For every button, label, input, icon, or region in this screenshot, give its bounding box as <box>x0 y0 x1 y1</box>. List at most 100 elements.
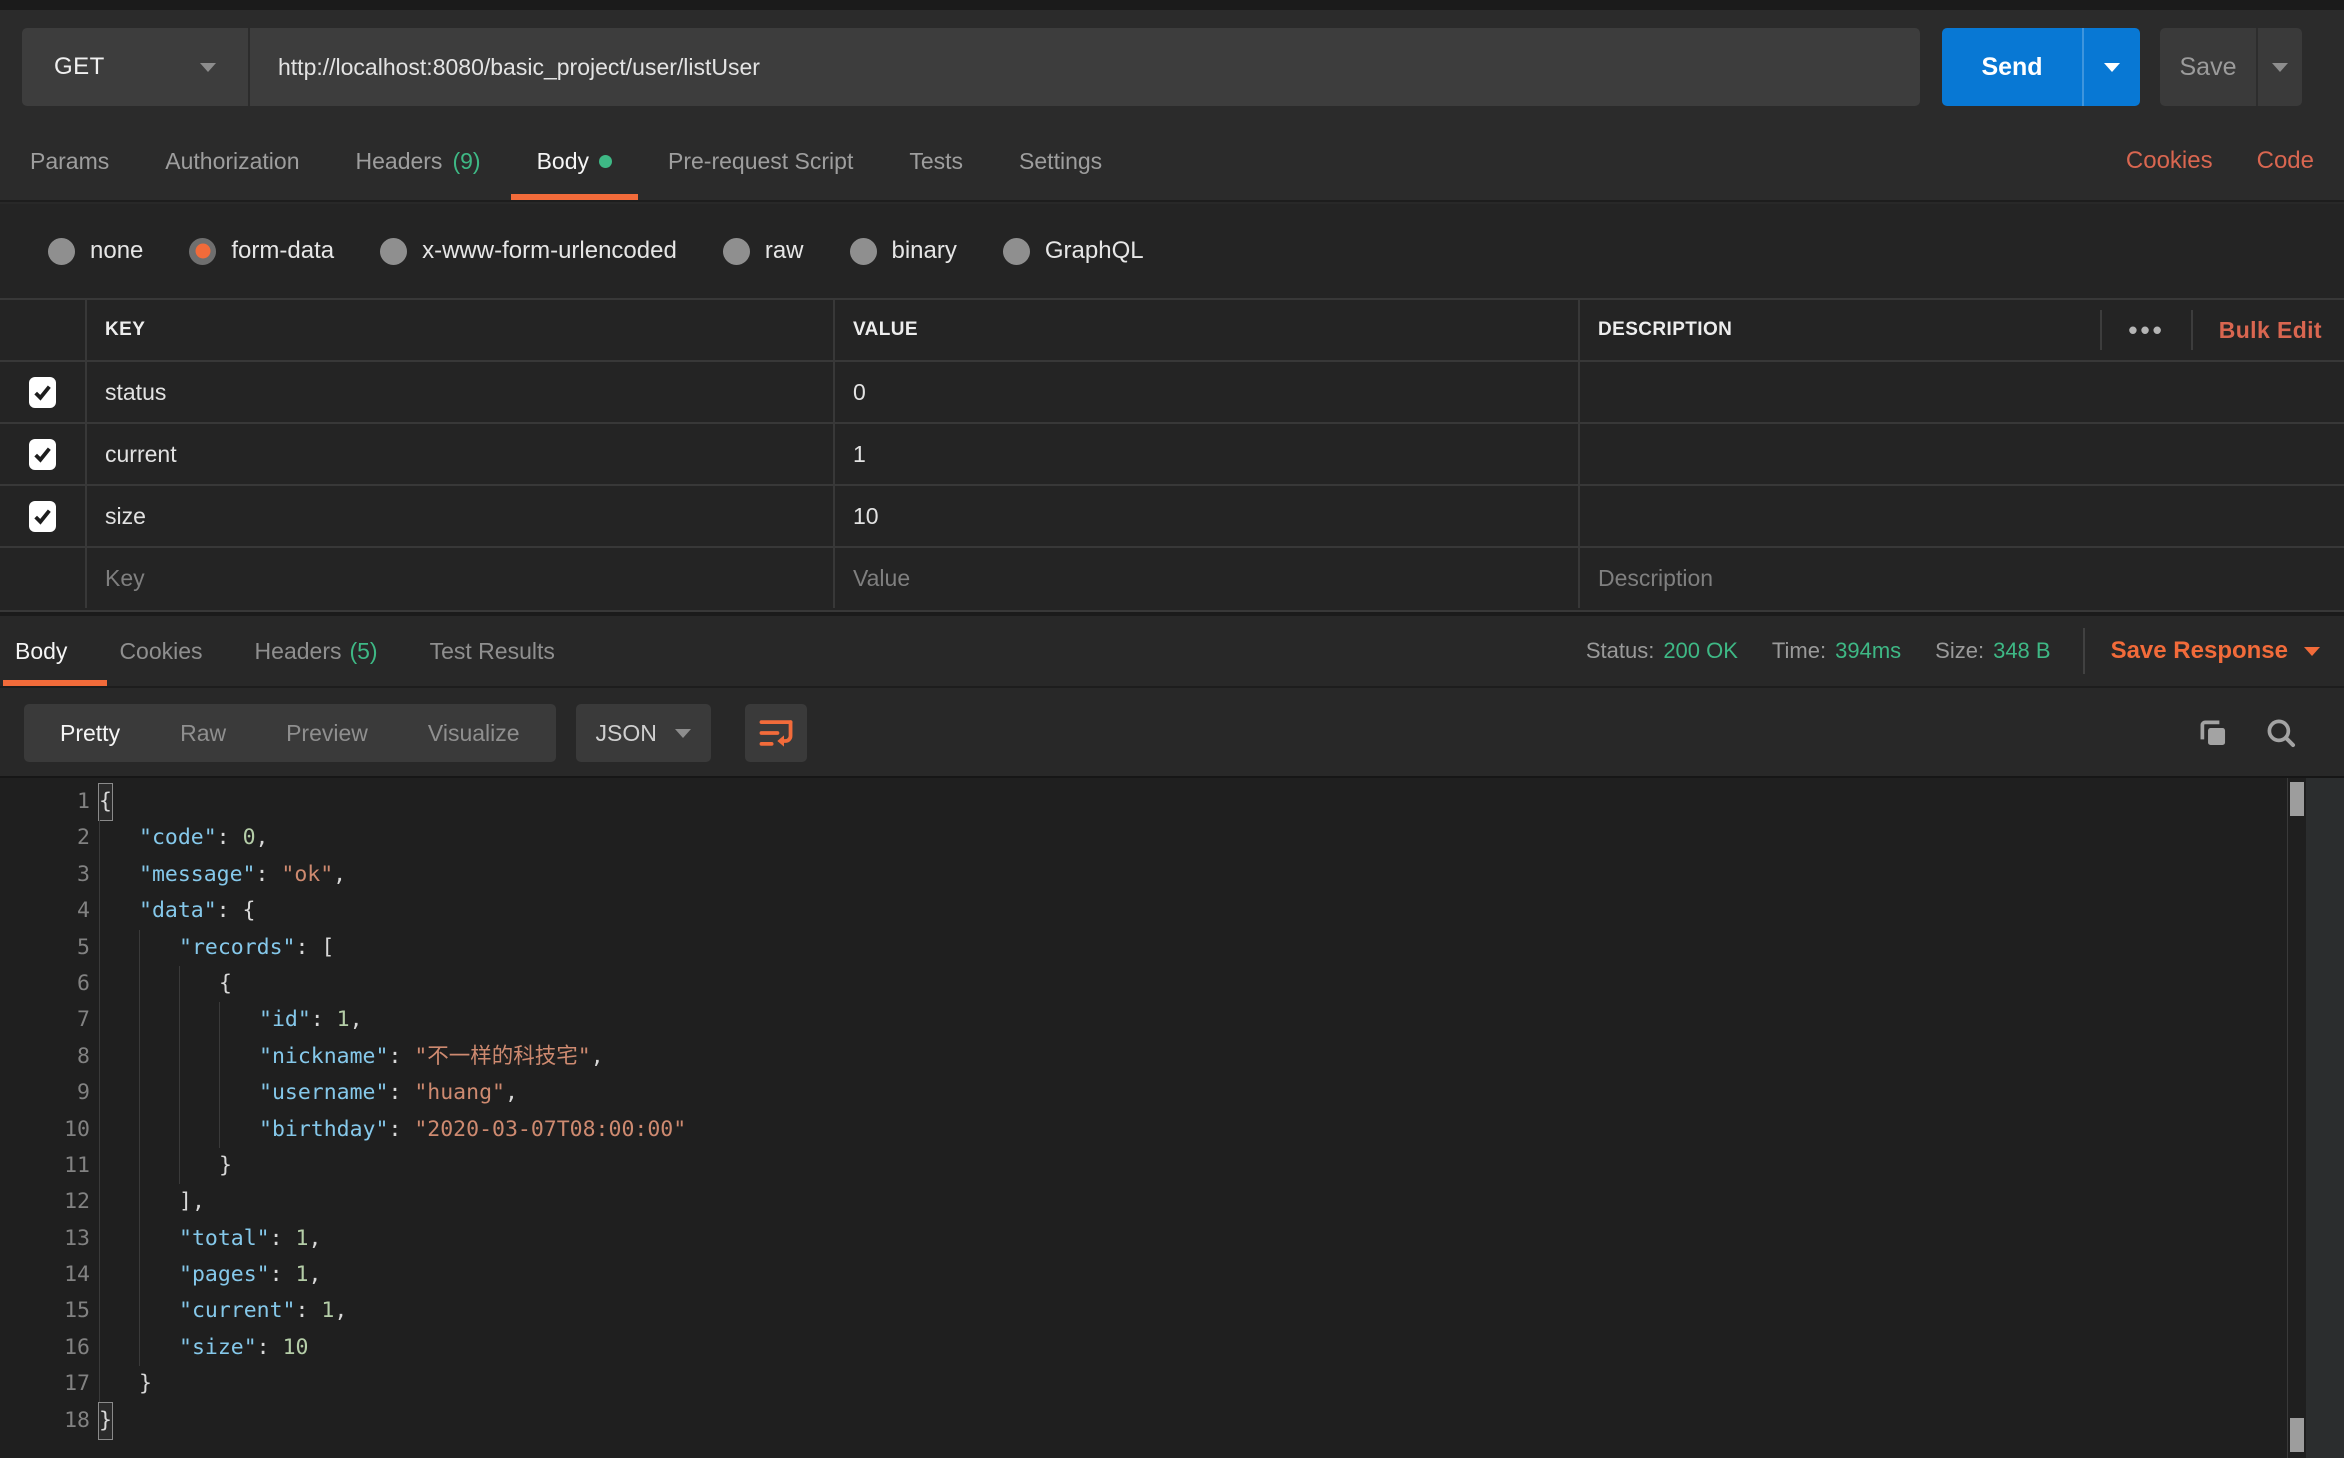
mode-label: raw <box>764 237 804 264</box>
mode-raw[interactable]: raw <box>722 237 804 265</box>
line-number: 17 <box>64 1371 90 1397</box>
format-select[interactable]: JSON <box>575 704 711 762</box>
description-cell[interactable] <box>1578 360 2344 422</box>
mode-none[interactable]: none <box>48 237 143 265</box>
description-cell-empty[interactable]: Description <box>1578 546 2344 608</box>
send-button[interactable]: Send <box>1942 28 2140 106</box>
tab-label: Headers <box>355 147 443 174</box>
value-cell[interactable]: 1 <box>833 422 1578 484</box>
indent-guide <box>219 1038 259 1076</box>
key-cell[interactable]: status <box>85 360 833 422</box>
mode-form-data[interactable]: form-data <box>189 237 334 265</box>
tab-params[interactable]: Params <box>30 122 109 200</box>
indent-guide <box>139 929 179 966</box>
key-cell[interactable]: size <box>85 484 833 546</box>
code-token: : <box>255 861 282 887</box>
code-line-content: "size": 10 <box>99 1329 308 1367</box>
radio-unselected-icon <box>1002 237 1030 265</box>
response-tab-body[interactable]: Body <box>2 616 109 686</box>
scrollbar-track[interactable] <box>2287 778 2304 1458</box>
code-line: 1{ <box>0 782 2344 822</box>
view-tab-raw[interactable]: Raw <box>150 720 256 747</box>
code-token: , <box>308 1225 322 1251</box>
value-cell-empty[interactable]: Value <box>833 546 1578 608</box>
code-token: , <box>308 1262 322 1288</box>
url-input[interactable]: http://localhost:8080/basic_project/user… <box>250 28 1920 106</box>
method-select[interactable]: GET <box>22 28 250 106</box>
bulk-edit-link[interactable]: Bulk Edit <box>2193 317 2322 344</box>
response-tab-headers[interactable]: Headers (5) <box>255 616 378 686</box>
line-number: 3 <box>77 861 90 887</box>
code-lines: 1{2 "code": 0, 3 "message": "ok", 4 "data": {… <box>0 782 2344 1441</box>
code-token: ], <box>179 1189 205 1215</box>
code-token: "nickname" <box>259 1043 389 1069</box>
wrap-text-button[interactable] <box>744 704 807 762</box>
code-token: "birthday" <box>259 1116 389 1142</box>
tab-pre-request-script[interactable]: Pre-request Script <box>668 122 853 200</box>
description-cell[interactable] <box>1578 484 2344 546</box>
save-options-button[interactable] <box>2256 28 2302 106</box>
form-data-table: KEY VALUE DESCRIPTION ••• Bulk Edit status 0 cu… <box>0 298 2344 612</box>
line-number: 2 <box>77 825 90 851</box>
value-cell[interactable]: 10 <box>833 484 1578 546</box>
row-checkbox-cell <box>0 546 85 608</box>
scrollbar-thumb[interactable] <box>2290 1418 2304 1452</box>
code-token: "size" <box>179 1334 257 1360</box>
tab-authorization[interactable]: Authorization <box>165 122 299 200</box>
copy-icon[interactable] <box>2196 716 2230 750</box>
send-options-button[interactable] <box>2082 28 2140 106</box>
code-token: "huang" <box>414 1080 505 1106</box>
code-line: 5 "records": [ <box>0 929 2344 966</box>
response-status-group: Status: 200 OK Time: 394ms Size: 348 B <box>1586 616 2051 686</box>
indent-guide <box>99 1366 139 1403</box>
radio-selected-icon <box>189 237 217 265</box>
indent-guide <box>99 1147 139 1185</box>
checkbox-checked[interactable] <box>29 500 56 532</box>
body-set-dot-icon <box>599 154 612 168</box>
search-icon[interactable] <box>2264 716 2298 750</box>
view-tab-pretty[interactable]: Pretty <box>30 720 150 747</box>
tab-tests[interactable]: Tests <box>909 122 963 200</box>
mode-binary[interactable]: binary <box>849 237 957 265</box>
view-tab-preview[interactable]: Preview <box>256 720 398 747</box>
tab-label: Test Results <box>429 637 555 664</box>
indent-guide <box>139 1220 179 1258</box>
response-body-editor[interactable]: 1{2 "code": 0, 3 "message": "ok", 4 "data": {… <box>0 776 2344 1458</box>
key-cell-empty[interactable]: Key <box>85 546 833 608</box>
mode-graphql[interactable]: GraphQL <box>1002 237 1144 265</box>
key-cell[interactable]: current <box>85 422 833 484</box>
scrollbar-thumb[interactable] <box>2290 782 2304 816</box>
status-status: Status: 200 OK <box>1586 638 1738 664</box>
save-response-button[interactable]: Save Response <box>2111 616 2320 686</box>
value-cell[interactable]: 0 <box>833 360 1578 422</box>
code-line-content: { <box>98 782 113 822</box>
tab-label: Visualize <box>427 719 520 746</box>
line-number: 8 <box>77 1043 90 1069</box>
column-header-value: VALUE <box>833 298 1578 360</box>
code-link[interactable]: Code <box>2257 147 2314 175</box>
checkbox-checked[interactable] <box>29 438 56 470</box>
indent-guide <box>139 1147 179 1185</box>
cookies-link[interactable]: Cookies <box>2126 147 2213 175</box>
tab-label: Preview <box>286 719 368 746</box>
save-button[interactable]: Save <box>2160 28 2302 106</box>
checkbox-checked[interactable] <box>29 376 56 408</box>
wrap-text-icon <box>758 717 794 749</box>
mode-x-www-form-urlencoded[interactable]: x-www-form-urlencoded <box>380 237 677 265</box>
tab-headers[interactable]: Headers (9) <box>356 122 481 200</box>
row-checkbox-cell <box>0 484 85 546</box>
method-label: GET <box>54 53 105 80</box>
code-line: 16 "size": 10 <box>0 1329 2344 1367</box>
table-header-spacer <box>0 298 85 360</box>
response-tab-cookies[interactable]: Cookies <box>119 616 202 686</box>
description-cell[interactable] <box>1578 422 2344 484</box>
indent-guide <box>99 1111 139 1148</box>
column-header-key: KEY <box>85 298 833 360</box>
tab-body[interactable]: Body <box>510 122 639 200</box>
code-token: , <box>333 861 347 887</box>
line-number: 13 <box>64 1225 90 1251</box>
indent-guide <box>139 1329 179 1367</box>
view-tab-visualize[interactable]: Visualize <box>398 720 550 747</box>
response-tab-test-results[interactable]: Test Results <box>430 616 555 686</box>
tab-settings[interactable]: Settings <box>1019 122 1102 200</box>
